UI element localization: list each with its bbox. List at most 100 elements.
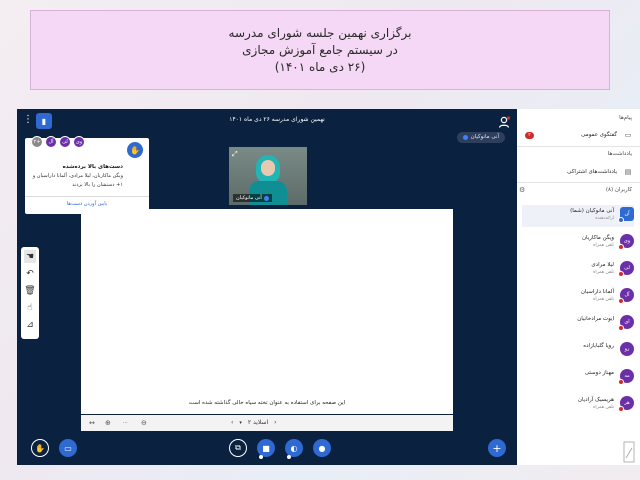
avatar: لی — [59, 136, 71, 148]
title-banner: برگزاری نهمین جلسه شورای مدرسه در سیستم … — [30, 10, 610, 90]
microphone-button[interactable]: ● — [313, 439, 331, 457]
previous-slide-icon[interactable]: › — [231, 418, 233, 428]
slide-select[interactable]: اسلاید ۲ — [248, 418, 268, 428]
user-name: لیلا مرادی — [591, 262, 614, 268]
raise-hand-icon: ✋ — [127, 142, 143, 158]
notes-header: یادداشت‌ها — [607, 151, 632, 157]
slide-navigation: ‹ اسلاید ۲ ▾ › — [231, 418, 277, 428]
talking-indicator-icon — [462, 135, 468, 140]
next-slide-icon[interactable]: ‹ — [274, 418, 276, 428]
multi-user-icon[interactable]: ☝ — [24, 301, 36, 314]
annotation-toolbar: ☚ ↶ 🗑 ☝ ⊿ — [21, 247, 39, 339]
raised-hands-avatars: ۲+ آل لی وی — [31, 136, 85, 148]
zoom-in-icon[interactable]: ⊕ — [105, 418, 111, 428]
chevron-down-icon[interactable]: ▾ — [239, 418, 242, 428]
zoom-out-icon[interactable]: ⊖ — [141, 418, 147, 428]
banner-line-3: (۲۶ دی ماه ۱۴۰۱) — [274, 59, 366, 74]
muted-status-icon — [618, 298, 624, 304]
camera-indicator — [259, 455, 263, 459]
user-name: مهناز دوستی — [584, 370, 614, 376]
muted-status-icon — [618, 406, 624, 412]
shared-notes-label: یادداشت‌های اشتراکی — [567, 169, 617, 175]
options-menu-icon[interactable]: ⋮ — [23, 115, 33, 125]
banner-line-1: برگزاری نهمین جلسه شورای مدرسه — [228, 25, 412, 40]
messages-header: پیام‌ها — [619, 115, 632, 121]
user-item[interactable]: آل آلمانا داراسیان تلفن همراه — [522, 286, 634, 308]
bottom-bar: ✋ ▭ ⧉ ■ ◐ ● + — [17, 431, 517, 465]
trash-icon[interactable]: 🗑 — [24, 284, 36, 297]
divider — [517, 146, 640, 147]
top-bar: ⋮ ▮ نهمین شورای مدرسه ۲۶ دی ماه ۱۴۰۱ — [17, 109, 517, 133]
users-header: کاربران (۸) — [605, 187, 632, 193]
chat-icon: ▭ — [624, 131, 632, 139]
avatar: وی — [73, 136, 85, 148]
user-sidebar: پیام‌ها ▭ گفتگوی عمومی ۳ یادداشت‌ها ▤ یا… — [517, 109, 640, 465]
avatar: ۲+ — [31, 136, 43, 148]
gear-icon[interactable]: ⚙ — [519, 186, 525, 194]
shared-notes-item[interactable]: ▤ یادداشت‌های اشتراکی — [524, 165, 634, 179]
user-item[interactable]: لی لیلا مرادی تلفن همراه — [522, 259, 634, 281]
notes-icon: ▤ — [624, 168, 632, 176]
fit-width-icon[interactable]: ↔ — [89, 418, 95, 428]
raise-hand-button[interactable]: ✋ — [31, 439, 49, 457]
presenter-badge: آنی مانوکیان — [456, 132, 505, 143]
divider — [25, 196, 149, 197]
banner-line-2: در سیستم جامع آموزش مجازی — [242, 42, 398, 57]
user-list-icon[interactable] — [497, 114, 511, 128]
hand-tool-icon[interactable]: ☚ — [24, 250, 36, 263]
avatar: رو — [620, 342, 634, 356]
muted-status-icon — [618, 244, 624, 250]
presenter-name: آنی مانوکیان — [470, 134, 499, 140]
notification-text: ویگن ماکاریان، لیلا مرادی، آلمانا داراسی… — [32, 173, 123, 188]
divider — [517, 182, 640, 183]
unread-badge: ۳ — [525, 132, 534, 139]
user-item[interactable]: رو رویا گلبابازاده — [522, 340, 634, 362]
muted-status-icon — [618, 379, 624, 385]
user-name: آنی مانوکیان (شما) — [570, 208, 614, 214]
user-name: آلمانا داراسیان — [580, 289, 614, 295]
webcam-face — [261, 160, 275, 176]
conference-app: ⋮ ▮ نهمین شورای مدرسه ۲۶ دی ماه ۱۴۰۱ آنی… — [17, 109, 640, 465]
conference-main: ⋮ ▮ نهمین شورای مدرسه ۲۶ دی ماه ۱۴۰۱ آنی… — [17, 109, 517, 465]
user-role: تلفن همراه — [593, 243, 614, 248]
user-role: تلفن همراه — [593, 297, 614, 302]
audio-indicator — [287, 455, 291, 459]
webcam-video[interactable]: ⤢ آنی مانوکیان — [229, 147, 307, 205]
slide-caption: این صفحه برای استفاده به عنوان تخته سیاه… — [188, 400, 346, 406]
screen-button[interactable]: ▭ — [59, 439, 77, 457]
lower-hands-button[interactable]: پایین آوردن دست‌ها — [25, 201, 149, 207]
meeting-title: نهمین شورای مدرسه ۲۶ دی ماه ۱۴۰۱ — [229, 116, 325, 123]
bbb-logo-icon[interactable]: ▮ — [36, 113, 52, 129]
muted-status-icon — [618, 271, 624, 277]
avatar: آل — [45, 136, 57, 148]
muted-status-icon — [618, 325, 624, 331]
chart-icon[interactable]: ⊿ — [24, 318, 36, 331]
whiteboard-slide[interactable]: این صفحه برای استفاده به عنوان تخته سیاه… — [81, 209, 453, 414]
presenter-status-icon — [618, 217, 624, 223]
user-item[interactable]: ای ایوت مرادخانیان — [522, 313, 634, 335]
user-role: تلفن همراه — [593, 405, 614, 410]
raised-hands-notification: ۲+ آل لی وی ✋ دست‌های بالا برده‌شده ویگن… — [25, 136, 149, 214]
public-chat-item[interactable]: ▭ گفتگوی عمومی — [524, 128, 634, 142]
presentation-toolbar: ↔ ⊕ ⋯ ⊖ ‹ اسلاید ۲ ▾ › — [81, 415, 453, 431]
webcam-name: آنی مانوکیان — [236, 195, 262, 201]
webcam-name-label: آنی مانوکیان — [233, 194, 272, 202]
user-item[interactable]: هر هریسیک آرادیان تلفن همراه — [522, 394, 634, 416]
resize-handle-icon — [623, 441, 635, 463]
fullscreen-icon[interactable]: ⤢ — [232, 150, 238, 159]
undo-icon[interactable]: ↶ — [24, 267, 36, 280]
user-name: هریسیک آرادیان — [577, 397, 614, 403]
zoom-level-icon: ⋯ — [123, 420, 128, 426]
user-item[interactable]: آن آنی مانوکیان (شما) ارائه‌دهنده — [522, 205, 634, 227]
mic-icon — [263, 195, 269, 201]
user-name: رویا گلبابازاده — [583, 343, 614, 349]
user-role: ارائه‌دهنده — [595, 216, 614, 221]
notification-title: دست‌های بالا برده‌شده — [62, 164, 123, 170]
user-name: ویگن ماکاریان — [582, 235, 614, 241]
public-chat-label: گفتگوی عمومی — [581, 132, 617, 138]
user-item[interactable]: وی ویگن ماکاریان تلفن همراه — [522, 232, 634, 254]
share-screen-button[interactable]: ⧉ — [229, 439, 247, 457]
actions-plus-button[interactable]: + — [488, 439, 506, 457]
user-item[interactable]: مه مهناز دوستی — [522, 367, 634, 389]
user-role: تلفن همراه — [593, 270, 614, 275]
